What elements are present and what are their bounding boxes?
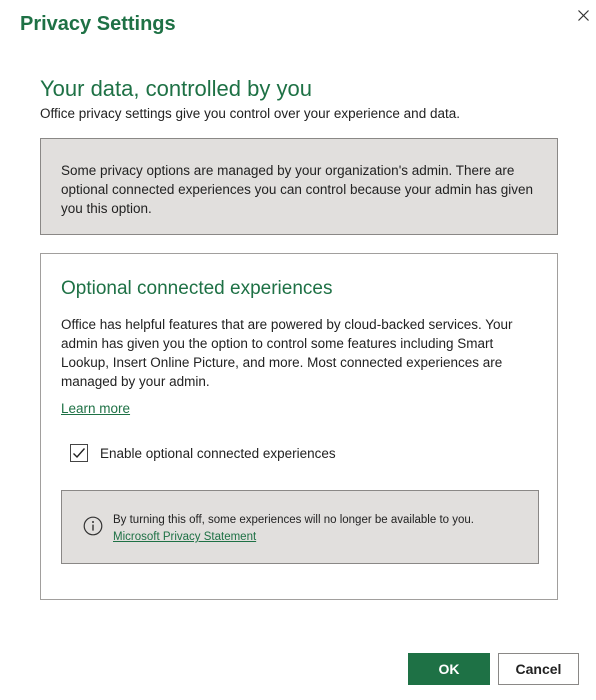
admin-notice-text: Some privacy options are managed by your… — [61, 163, 534, 216]
close-icon — [577, 9, 589, 21]
enable-experiences-label[interactable]: Enable optional connected experiences — [100, 446, 336, 461]
page-subheading: Office privacy settings give you control… — [40, 106, 460, 121]
info-text: By turning this off, some experiences wi… — [113, 514, 474, 526]
section-heading: Optional connected experiences — [61, 278, 333, 299]
info-notice: By turning this off, some experiences wi… — [61, 490, 539, 564]
enable-experiences-row[interactable]: Enable optional connected experiences — [70, 444, 336, 462]
privacy-statement-link[interactable]: Microsoft Privacy Statement — [113, 531, 256, 543]
page-heading: Your data, controlled by you — [40, 76, 312, 101]
close-button[interactable] — [572, 4, 594, 26]
admin-notice: Some privacy options are managed by your… — [40, 138, 558, 235]
privacy-settings-dialog: Privacy Settings Your data, controlled b… — [0, 0, 596, 700]
optional-experiences-section: Optional connected experiences Office ha… — [40, 253, 558, 600]
enable-experiences-checkbox[interactable] — [70, 444, 88, 462]
checkmark-icon — [73, 448, 86, 459]
ok-button[interactable]: OK — [408, 653, 490, 685]
learn-more-link[interactable]: Learn more — [61, 401, 130, 416]
cancel-button[interactable]: Cancel — [498, 653, 579, 685]
section-description: Office has helpful features that are pow… — [61, 317, 513, 389]
info-icon — [83, 516, 103, 536]
dialog-title: Privacy Settings — [20, 13, 176, 35]
